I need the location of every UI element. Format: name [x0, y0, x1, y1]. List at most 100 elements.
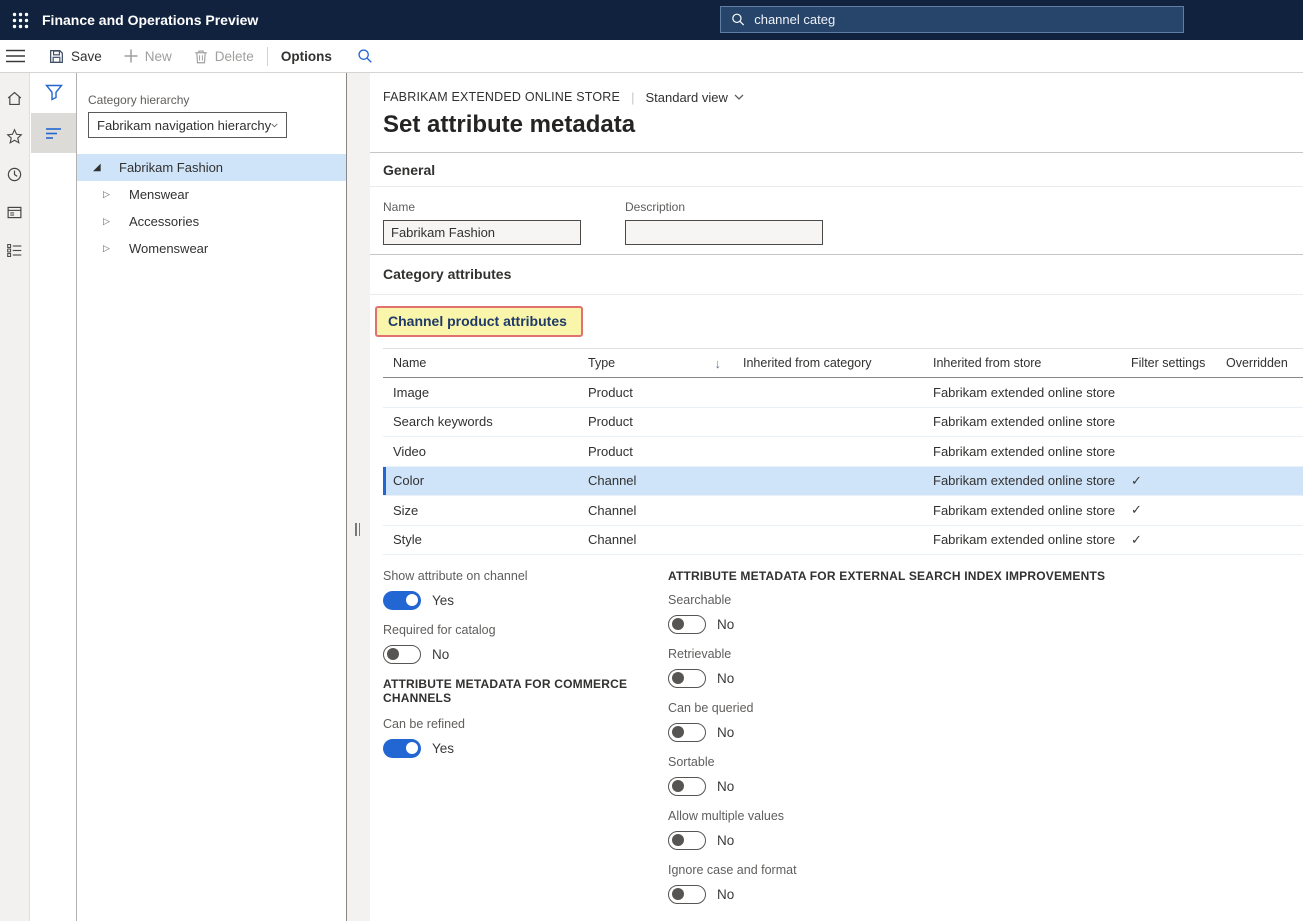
tree-item-label: Menswear: [129, 187, 189, 202]
toggle-field-show-attribute-on-channel: Show attribute on channel Yes: [383, 569, 668, 610]
view-selector-label: Standard view: [645, 90, 727, 105]
cell-inherited-from-store: Fabrikam extended online store: [923, 532, 1121, 547]
tree-item-womenswear[interactable]: ▷Womenswear: [77, 235, 346, 262]
toolbar-search-icon[interactable]: [343, 48, 387, 64]
attribute-row-search-keywords[interactable]: Search keywordsProductFabrikam extended …: [383, 408, 1303, 438]
column-header-inherited-from-store[interactable]: Inherited from store: [923, 356, 1121, 370]
tree-item-accessories[interactable]: ▷ Accessories: [77, 208, 346, 235]
toggle-retrievable[interactable]: [668, 669, 706, 688]
hierarchy-panel-toggle-icon[interactable]: [31, 113, 76, 153]
tree-expand-icon[interactable]: ▷: [103, 216, 113, 227]
breadcrumb[interactable]: FABRIKAM EXTENDED ONLINE STORE: [383, 90, 620, 104]
tree-expand-icon[interactable]: ▷: [103, 243, 113, 254]
attribute-row-image[interactable]: ImageProductFabrikam extended online sto…: [383, 378, 1303, 408]
channel-product-attributes-header[interactable]: Channel product attributes: [375, 306, 583, 337]
attribute-row-video[interactable]: VideoProductFabrikam extended online sto…: [383, 437, 1303, 467]
toggle-field-required-for-catalog: Required for catalog No: [383, 623, 668, 664]
toggle-value: No: [717, 887, 734, 902]
description-field-label: Description: [625, 200, 823, 214]
action-toolbar: Save New Delete Options: [0, 40, 1303, 73]
attribute-row-size[interactable]: SizeChannelFabrikam extended online stor…: [383, 496, 1303, 526]
modules-list-icon[interactable]: [0, 231, 30, 269]
column-header-name[interactable]: Name: [383, 356, 578, 370]
toggle-label: Required for catalog: [383, 623, 668, 637]
toggle-label: Show attribute on channel: [383, 569, 668, 583]
hierarchy-dropdown[interactable]: Fabrikam navigation hierarchy: [88, 112, 287, 138]
global-search-input[interactable]: [754, 12, 1173, 27]
description-field[interactable]: [625, 220, 823, 245]
toggle-row: No: [668, 722, 1303, 742]
attribute-row-style[interactable]: StyleChannelFabrikam extended online sto…: [383, 526, 1303, 556]
app-launcher-icon[interactable]: [0, 0, 40, 40]
tree-collapse-icon[interactable]: ◢: [93, 162, 103, 173]
toggle-field-sortable: SortableNo: [668, 755, 1303, 796]
tree-item-label: Accessories: [129, 214, 199, 229]
column-header-filter-settings[interactable]: Filter settings: [1121, 356, 1216, 370]
toggle-allow-multiple-values[interactable]: [668, 831, 706, 850]
toggle-value: No: [717, 725, 734, 740]
toggle-can-be-refined[interactable]: [383, 739, 421, 758]
toggle-searchable[interactable]: [668, 615, 706, 634]
column-header-type[interactable]: Type ↓: [578, 356, 733, 371]
save-icon: [49, 49, 64, 64]
toggle-row: No: [383, 644, 668, 664]
sort-descending-icon[interactable]: ↓: [715, 356, 722, 371]
group-header-attribute-metadata-for-external-search-i: ATTRIBUTE METADATA FOR EXTERNAL SEARCH I…: [668, 569, 1303, 583]
toggle-field-ignore-case-and-format: Ignore case and formatNo: [668, 863, 1303, 904]
app-title: Finance and Operations Preview: [42, 12, 258, 28]
cell-type: Channel: [578, 473, 733, 488]
toggle-sortable[interactable]: [668, 777, 706, 796]
options-button[interactable]: Options: [270, 40, 343, 73]
tree-item-label: Fabrikam Fashion: [119, 160, 223, 175]
recent-clock-icon[interactable]: [0, 155, 30, 193]
delete-button[interactable]: Delete: [183, 40, 265, 73]
attribute-table: Name Type ↓ Inherited from category Inherite…: [383, 348, 1303, 555]
toggle-ignore-case-and-format[interactable]: [668, 885, 706, 904]
hamburger-menu-icon[interactable]: [0, 40, 30, 73]
toggle-label: Retrievable: [668, 647, 1303, 661]
column-header-overridden[interactable]: Overridden: [1216, 356, 1303, 370]
toggle-value: Yes: [432, 593, 454, 608]
category-attributes-section: Category attributes: [370, 254, 1303, 295]
global-search-box[interactable]: [720, 6, 1184, 33]
tree-expand-icon[interactable]: ▷: [103, 189, 113, 200]
panel-splitter[interactable]: [347, 73, 370, 921]
category-attributes-header[interactable]: Category attributes: [370, 255, 1303, 295]
cell-name: Search keywords: [383, 414, 578, 429]
general-section-header[interactable]: General: [370, 153, 1303, 187]
filter-icon[interactable]: [30, 73, 77, 111]
toggle-field-can-be-refined: Can be refinedYes: [383, 717, 668, 758]
chevron-down-icon: [734, 94, 744, 100]
column-header-label: Inherited from store: [933, 356, 1041, 370]
toggles-left-column: Show attribute on channel Yes Required for…: [383, 569, 668, 917]
toggle-value: No: [717, 671, 734, 686]
cell-name: Image: [383, 385, 578, 400]
toggle-row: No: [668, 614, 1303, 634]
toggle-field-allow-multiple-values: Allow multiple valuesNo: [668, 809, 1303, 850]
toggle-required-for-catalog[interactable]: [383, 645, 421, 664]
view-selector[interactable]: Standard view: [645, 90, 743, 105]
splitter-handle-icon[interactable]: [355, 523, 361, 536]
cell-type: Product: [578, 414, 733, 429]
workspaces-icon[interactable]: [0, 193, 30, 231]
save-button[interactable]: Save: [38, 40, 113, 73]
trash-icon: [194, 49, 208, 64]
column-header-inherited-from-category[interactable]: Inherited from category: [733, 356, 923, 370]
home-icon[interactable]: [0, 79, 30, 117]
toggle-show-attribute-on-channel[interactable]: [383, 591, 421, 610]
delete-label: Delete: [215, 49, 254, 64]
column-header-label: Type: [588, 356, 615, 370]
tree-item-fabrikam-fashion[interactable]: ◢ Fabrikam Fashion: [77, 154, 346, 181]
attribute-row-color[interactable]: ColorChannelFabrikam extended online sto…: [383, 467, 1303, 497]
cell-type: Product: [578, 444, 733, 459]
new-button[interactable]: New: [113, 40, 183, 73]
toggle-value: No: [717, 779, 734, 794]
toggle-value: No: [432, 647, 449, 662]
name-field[interactable]: [383, 220, 581, 245]
tree-item-menswear[interactable]: ▷ Menswear: [77, 181, 346, 208]
toggle-can-be-queried[interactable]: [668, 723, 706, 742]
cell-inherited-from-store: Fabrikam extended online store: [923, 385, 1121, 400]
favorites-star-icon[interactable]: [0, 117, 30, 155]
cell-type: Channel: [578, 532, 733, 547]
options-label: Options: [281, 49, 332, 64]
